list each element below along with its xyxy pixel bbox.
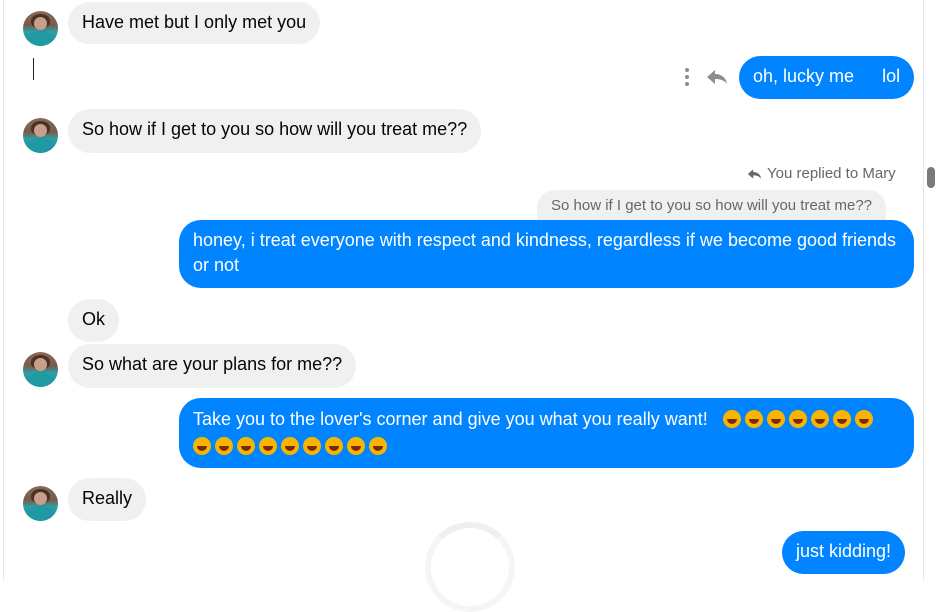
laughing-emoji-icon: [325, 437, 343, 455]
emoji-group: [193, 434, 900, 459]
contact-avatar[interactable]: [23, 11, 58, 46]
outgoing-message[interactable]: honey, i treat everyone with respect and…: [179, 220, 914, 288]
laughing-emoji-icon: [722, 410, 741, 428]
outgoing-message[interactable]: Take you to the lover's corner and give …: [179, 398, 914, 468]
laughing-emoji-icon: [744, 410, 763, 428]
outgoing-message[interactable]: just kidding!: [782, 531, 906, 574]
scrollbar-thumb[interactable]: [927, 167, 935, 188]
reply-indicator: You replied to Mary: [747, 165, 896, 182]
contact-avatar[interactable]: [23, 352, 58, 387]
laughing-emoji-icon: [810, 410, 829, 428]
laughing-emoji-icon: [303, 437, 321, 455]
laughing-emoji-icon: [832, 410, 851, 428]
laughing-emoji-icon: [766, 410, 785, 428]
laughing-emoji-icon: [237, 437, 255, 455]
contact-avatar[interactable]: [23, 486, 58, 521]
reply-indicator-text: You replied to Mary: [767, 165, 896, 182]
laughing-emoji-icon: [369, 437, 387, 455]
incoming-message[interactable]: So how if I get to you so how will you t…: [68, 109, 482, 153]
incoming-message[interactable]: Have met but I only met you: [68, 2, 321, 44]
reply-arrow-icon[interactable]: [706, 68, 728, 86]
outgoing-message-text: oh, lucky me: [753, 66, 855, 86]
contact-avatar[interactable]: [23, 118, 58, 153]
reply-arrow-icon: [747, 168, 762, 179]
incoming-message[interactable]: Ok: [68, 299, 120, 342]
laughing-emoji-icon: [281, 437, 299, 455]
laughing-emoji-icon: [788, 410, 807, 428]
chat-frame-right-border: [923, 0, 924, 581]
laughing-emoji-icon: [193, 437, 211, 455]
chat-frame-left-border: [3, 0, 4, 581]
more-options-icon[interactable]: [684, 68, 690, 88]
outgoing-message-text: Take you to the lover's corner and give …: [193, 409, 708, 429]
laughing-emoji-icon: [215, 437, 233, 455]
incoming-message[interactable]: Really: [68, 478, 147, 521]
laughing-emoji-icon: [347, 437, 365, 455]
loading-spinner: [425, 522, 515, 612]
emoji-group: [722, 409, 877, 429]
outgoing-message[interactable]: oh, lucky me lol: [739, 56, 915, 99]
incoming-message[interactable]: So what are your plans for me??: [68, 344, 357, 388]
laughing-emoji-icon: [259, 437, 277, 455]
outgoing-message-text-suffix: lol: [882, 66, 901, 86]
laughing-emoji-icon: [854, 410, 873, 428]
text-caret: [33, 58, 34, 80]
